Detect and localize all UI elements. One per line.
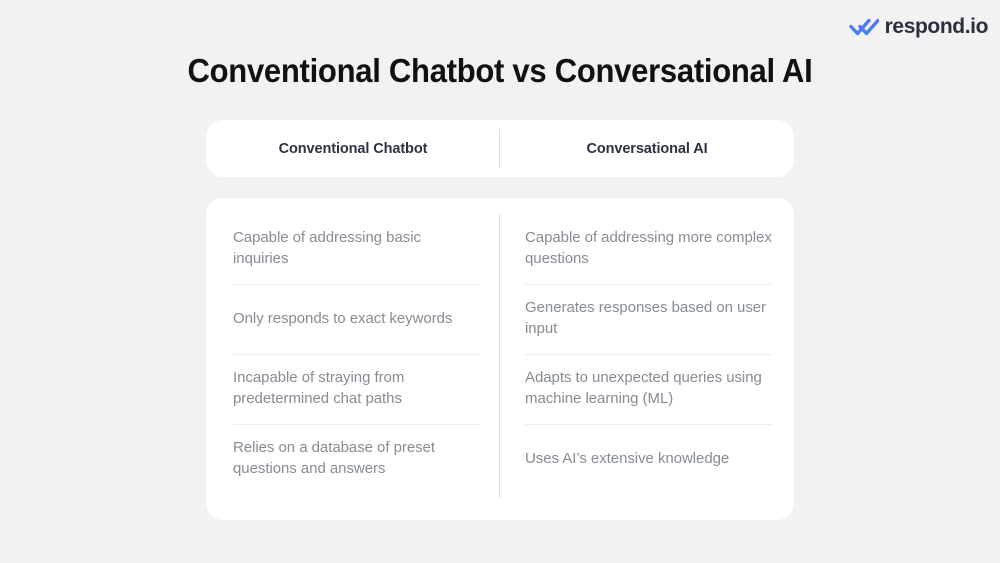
- page-title: Conventional Chatbot vs Conversational A…: [187, 52, 813, 89]
- table-row: Incapable of straying from predetermined…: [233, 354, 480, 424]
- table-row: Uses AI’s extensive knowledge: [525, 424, 772, 494]
- row-text: Uses AI’s extensive knowledge: [525, 449, 730, 467]
- comparison-table: Conventional Chatbot Conversational AI C…: [206, 120, 794, 520]
- table-row: Generates responses based on user input: [525, 284, 772, 354]
- row-text: Capable of addressing more complex quest…: [525, 229, 772, 267]
- column-header-conversational-ai: Conversational AI: [586, 140, 708, 157]
- row-text: Only responds to exact keywords: [233, 309, 453, 327]
- column-header-conventional-chatbot: Conventional Chatbot: [278, 140, 428, 157]
- table-row: Adapts to unexpected queries using machi…: [525, 354, 772, 424]
- slide-canvas: respond.io Conventional Chatbot vs Conve…: [0, 0, 1000, 563]
- table-row: Capable of addressing more complex quest…: [525, 214, 772, 284]
- table-header-card: Conventional Chatbot Conversational AI: [206, 120, 794, 177]
- row-text: Capable of addressing basic inquiries: [233, 229, 421, 267]
- row-text: Generates responses based on user input: [525, 299, 767, 337]
- body-column-divider: [499, 214, 500, 498]
- row-text: Incapable of straying from predetermined…: [233, 369, 405, 407]
- brand-logo: respond.io: [848, 12, 989, 40]
- column-conventional-chatbot: Capable of addressing basic inquiries On…: [206, 214, 500, 498]
- table-body-card: Capable of addressing basic inquiries On…: [206, 198, 794, 520]
- table-row: Capable of addressing basic inquiries: [233, 214, 480, 284]
- double-check-icon: [848, 18, 879, 36]
- table-row: Only responds to exact keywords: [233, 284, 480, 354]
- brand-name: respond.io: [884, 14, 989, 38]
- row-text: Relies on a database of preset questions…: [233, 439, 435, 477]
- table-row: Relies on a database of preset questions…: [233, 424, 480, 494]
- column-conversational-ai: Capable of addressing more complex quest…: [500, 214, 794, 498]
- row-text: Adapts to unexpected queries using machi…: [525, 369, 762, 407]
- header-column-divider: [499, 129, 500, 168]
